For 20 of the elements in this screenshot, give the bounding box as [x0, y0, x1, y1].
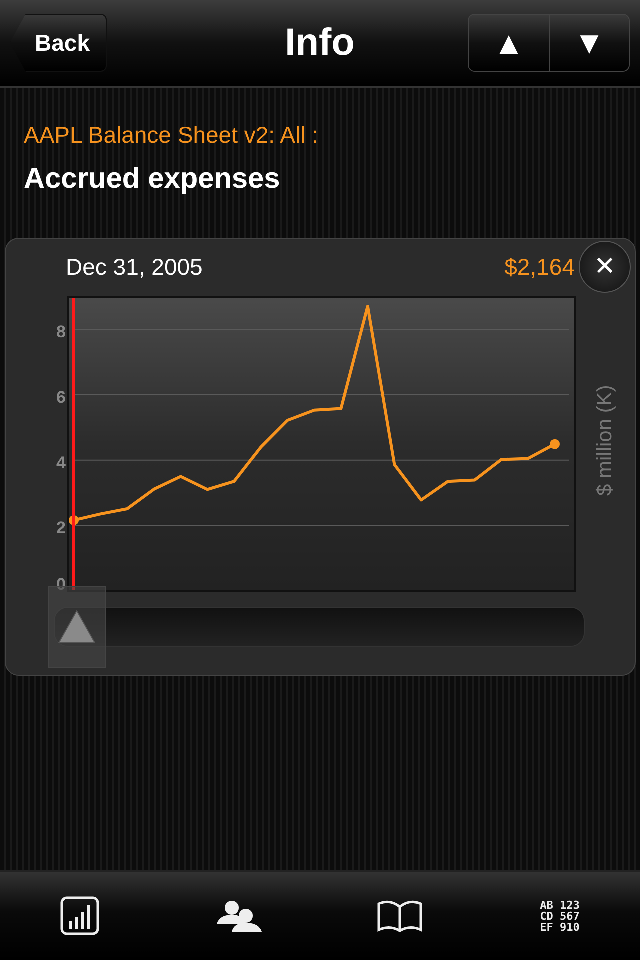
date-label: Dec 31, 2005 — [66, 254, 204, 280]
codes-icon[interactable]: AB 123 CD 567 EF 910 — [540, 900, 580, 932]
book-icon[interactable] — [376, 899, 424, 933]
close-button[interactable]: ✕ — [579, 241, 631, 293]
y-tick-label: 2 — [56, 518, 66, 538]
y-axis-label: $ million (K) — [593, 384, 618, 498]
y-tick-label: 8 — [56, 322, 66, 342]
subtitle: AAPL Balance Sheet v2: All : — [24, 122, 320, 149]
nav-title: Info — [284, 22, 356, 64]
heading: Accrued expenses — [24, 163, 282, 196]
next-button[interactable]: ▼ — [549, 15, 629, 71]
data-point — [69, 515, 79, 526]
data-point — [550, 439, 560, 450]
people-icon[interactable] — [216, 899, 264, 933]
triangle-icon — [57, 609, 97, 645]
value-label: $2,164 — [504, 254, 575, 280]
bar-chart-icon[interactable] — [60, 896, 100, 936]
y-tick-label: 6 — [56, 388, 66, 407]
y-tick-label: 4 — [56, 453, 66, 472]
previous-button[interactable]: ▲ — [469, 15, 549, 71]
